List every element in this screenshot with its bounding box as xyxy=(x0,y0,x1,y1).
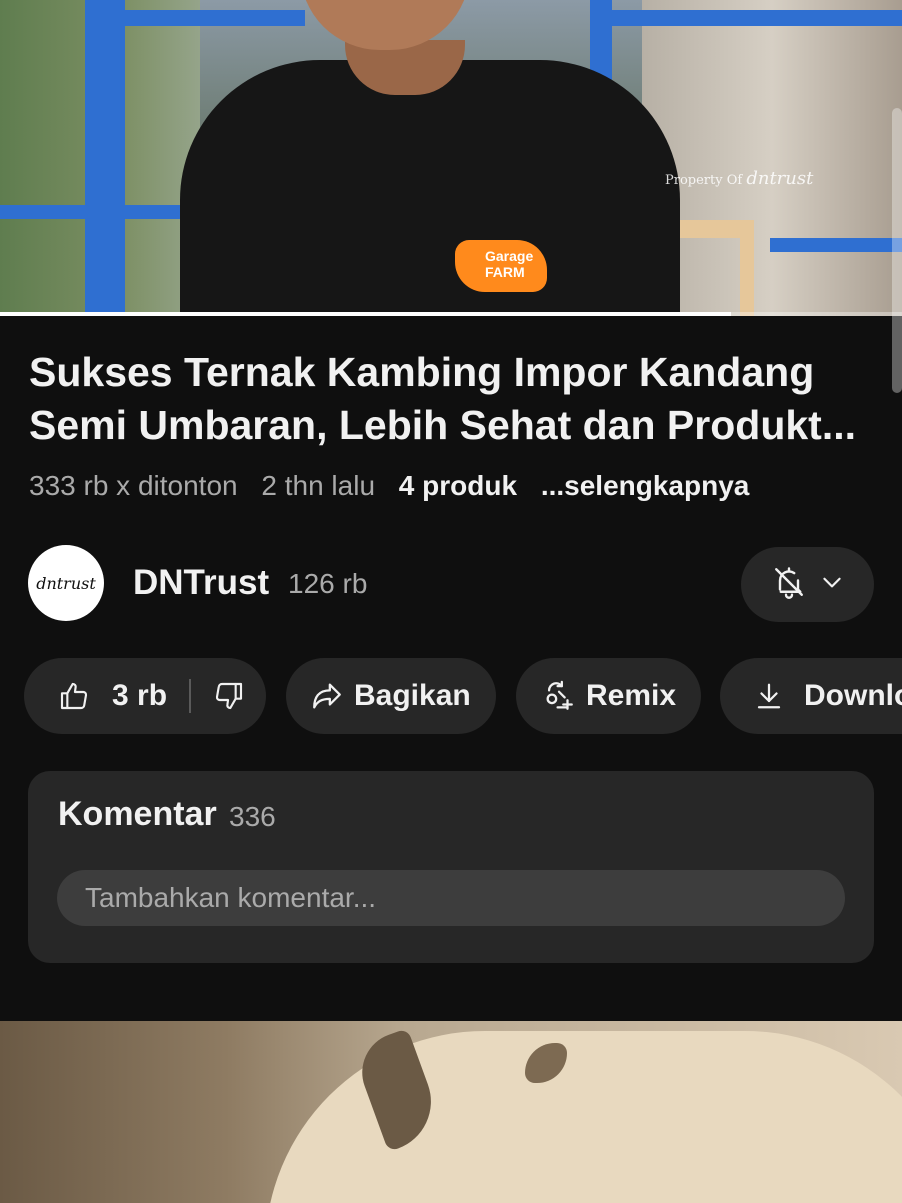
goat-image xyxy=(265,1031,902,1203)
shirt-logo: Garage FARM xyxy=(455,240,547,292)
video-player[interactable]: Garage FARM Property Of dntrust xyxy=(0,0,902,316)
remix-icon xyxy=(542,679,576,713)
blue-rail xyxy=(770,238,902,252)
person-shirt xyxy=(180,60,680,316)
remix-button[interactable]: Remix xyxy=(516,658,701,734)
comments-panel[interactable]: Komentar 336 Tambahkan komentar... xyxy=(28,771,874,963)
video-title[interactable]: Sukses Ternak Kambing Impor Kandang Semi… xyxy=(29,346,889,452)
add-comment-placeholder: Tambahkan komentar... xyxy=(85,882,377,913)
video-metadata[interactable]: 333 rb x ditonton 2 thn lalu 4 produk ..… xyxy=(29,470,765,502)
watermark-brand: dntrust xyxy=(746,168,814,189)
show-more-link[interactable]: ...selengkapnya xyxy=(541,470,750,501)
dislike-button[interactable] xyxy=(213,680,245,712)
view-count: 333 rb x ditonton xyxy=(29,470,238,501)
download-button[interactable]: Download xyxy=(720,658,902,734)
watermark-prefix: Property Of xyxy=(665,173,743,188)
blue-rail xyxy=(612,10,902,26)
video-progress-bar[interactable] xyxy=(0,312,902,316)
thumbs-up-icon xyxy=(58,680,90,712)
like-divider xyxy=(189,679,192,713)
comments-title: Komentar xyxy=(58,795,217,833)
channel-name[interactable]: DNTrust xyxy=(133,563,269,603)
video-watch-page: Garage FARM Property Of dntrust Sukses T… xyxy=(0,0,902,1203)
chevron-down-icon xyxy=(819,569,845,600)
remix-label: Remix xyxy=(586,679,677,712)
like-count: 3 rb xyxy=(112,679,168,712)
like-button[interactable]: 3 rb xyxy=(58,679,167,713)
upload-age: 2 thn lalu xyxy=(261,470,376,501)
products-link[interactable]: 4 produk xyxy=(399,470,517,501)
subscription-notification-button[interactable] xyxy=(741,547,874,622)
blue-rail xyxy=(85,0,125,316)
like-dislike-group: 3 rb xyxy=(24,658,266,734)
comments-count: 336 xyxy=(229,801,276,832)
blue-rail xyxy=(125,10,305,26)
channel-avatar[interactable]: dntrust xyxy=(28,545,104,621)
bell-off-icon xyxy=(771,564,807,605)
thumbs-down-icon xyxy=(213,680,245,712)
shirt-logo-line1: Garage xyxy=(485,248,534,264)
share-arrow-icon xyxy=(310,679,344,713)
download-icon xyxy=(754,679,784,713)
wooden-chair xyxy=(672,220,754,316)
video-watermark: Property Of dntrust xyxy=(665,168,813,189)
subscriber-count: 126 rb xyxy=(288,568,368,599)
shirt-logo-line2: FARM xyxy=(485,264,525,280)
add-comment-field[interactable]: Tambahkan komentar... xyxy=(57,870,845,926)
download-label: Download xyxy=(804,679,902,712)
blue-rail xyxy=(0,205,190,219)
avatar-logo-text: dntrust xyxy=(36,573,96,593)
share-label: Bagikan xyxy=(354,679,471,712)
next-video-thumbnail[interactable] xyxy=(0,1021,902,1203)
video-progress-fill xyxy=(0,312,731,316)
scrollbar[interactable] xyxy=(892,108,902,393)
share-button[interactable]: Bagikan xyxy=(286,658,496,734)
